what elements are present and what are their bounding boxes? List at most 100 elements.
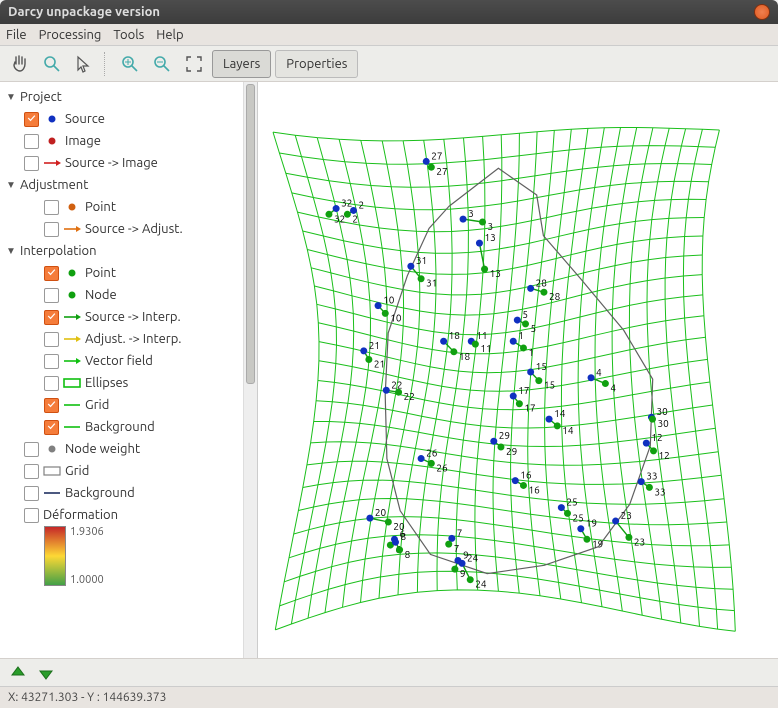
layer-grid[interactable]: Grid [2, 394, 255, 416]
svg-text:12: 12 [659, 450, 670, 461]
layer-adjust-interp[interactable]: Adjust. -> Interp. [2, 328, 255, 350]
checkbox-int-node[interactable] [44, 288, 59, 303]
svg-text:8: 8 [405, 549, 411, 560]
window-title: Darcy unpackage version [8, 5, 754, 19]
layer-source-image[interactable]: Source -> Image [2, 152, 255, 174]
select-tool-button[interactable] [70, 50, 98, 78]
svg-text:23: 23 [634, 536, 645, 547]
window-titlebar: Darcy unpackage version [0, 0, 778, 24]
layer-node-weight[interactable]: Node weight [2, 438, 255, 460]
layer-image[interactable]: Image [2, 130, 255, 152]
checkbox-grid2[interactable] [24, 464, 39, 479]
svg-text:19: 19 [586, 518, 597, 529]
svg-text:10: 10 [383, 295, 395, 306]
svg-text:17: 17 [518, 385, 529, 396]
arrow-red-icon [43, 158, 61, 168]
zoom-in-button[interactable] [116, 50, 144, 78]
arrow-yellow-icon [63, 334, 81, 344]
svg-text:14: 14 [562, 425, 574, 436]
checkbox-background2[interactable] [24, 486, 39, 501]
svg-text:20: 20 [393, 521, 405, 532]
checkbox-grid[interactable] [44, 398, 59, 413]
svg-text:18: 18 [449, 330, 461, 341]
checkbox-background[interactable] [44, 420, 59, 435]
deformation-legend-labels: 1.9306 1.0000 [70, 526, 104, 586]
point-green-icon [63, 290, 81, 300]
checkbox-deformation[interactable] [24, 508, 39, 523]
layer-deformation[interactable]: Déformation [2, 504, 255, 526]
svg-text:17: 17 [524, 403, 535, 414]
svg-text:3: 3 [468, 208, 474, 219]
zoom-fit-button[interactable] [180, 50, 208, 78]
svg-text:2: 2 [352, 213, 358, 224]
layer-source-adjust[interactable]: Source -> Adjust. [2, 218, 255, 240]
layer-adj-point[interactable]: Point [2, 196, 255, 218]
svg-text:29: 29 [506, 446, 517, 457]
checkbox-ellipses[interactable] [44, 376, 59, 391]
zoom-out-button[interactable] [148, 50, 176, 78]
layer-background[interactable]: Background [2, 416, 255, 438]
svg-text:11: 11 [480, 343, 491, 354]
svg-text:21: 21 [374, 359, 385, 370]
menu-file[interactable]: File [6, 28, 27, 42]
tree-interpolation[interactable]: ▼Interpolation [2, 240, 255, 262]
svg-text:3: 3 [488, 221, 494, 232]
svg-text:7: 7 [457, 527, 463, 538]
svg-text:2: 2 [359, 199, 365, 210]
svg-text:31: 31 [416, 255, 427, 266]
menu-processing[interactable]: Processing [39, 28, 102, 42]
layer-background2[interactable]: Background [2, 482, 255, 504]
checkbox-source-adjust[interactable] [44, 222, 59, 237]
chevron-down-icon: ▼ [6, 91, 16, 103]
svg-text:24: 24 [467, 552, 479, 563]
point-orange-icon [63, 202, 81, 212]
checkbox-image[interactable] [24, 134, 39, 149]
svg-text:32: 32 [334, 213, 345, 224]
checkbox-adjust-interp[interactable] [44, 332, 59, 347]
tab-properties[interactable]: Properties [275, 50, 358, 78]
toolbar: Layers Properties [0, 46, 778, 82]
layer-int-node[interactable]: Node [2, 284, 255, 306]
arrow-orange-icon [63, 224, 81, 234]
checkbox-source-image[interactable] [24, 156, 39, 171]
layer-vector-field[interactable]: Vector field [2, 350, 255, 372]
tab-layers[interactable]: Layers [212, 50, 271, 78]
layer-source-interp[interactable]: Source -> Interp. [2, 306, 255, 328]
checkbox-source[interactable] [24, 112, 39, 127]
arrow-green-icon [63, 312, 81, 322]
rect-grey-icon [43, 465, 61, 477]
checkbox-node-weight[interactable] [24, 442, 39, 457]
tree-project[interactable]: ▼Project [2, 86, 255, 108]
close-icon[interactable] [754, 4, 770, 20]
checkbox-adj-point[interactable] [44, 200, 59, 215]
scrollbar-thumb[interactable] [246, 84, 255, 384]
layer-int-point[interactable]: Point [2, 262, 255, 284]
pan-tool-button[interactable] [6, 50, 34, 78]
layer-source[interactable]: Source [2, 108, 255, 130]
checkbox-int-point[interactable] [44, 266, 59, 281]
zoom-window-button[interactable] [38, 50, 66, 78]
svg-text:26: 26 [426, 448, 438, 459]
svg-text:10: 10 [390, 312, 402, 323]
line-green-icon [63, 422, 81, 432]
chevron-down-icon: ▼ [6, 245, 16, 257]
svg-text:25: 25 [573, 512, 584, 523]
statusbar: X: 43271.303 - Y : 144639.373 [0, 686, 778, 708]
point-red-icon [43, 136, 61, 146]
layers-panel: ▼Project Source Image Source -> Image ▼A… [0, 82, 258, 658]
layer-grid2[interactable]: Grid [2, 460, 255, 482]
layer-ellipses[interactable]: Ellipses [2, 372, 255, 394]
tree-adjustment[interactable]: ▼Adjustment [2, 174, 255, 196]
chevron-down-icon: ▼ [6, 179, 16, 191]
svg-text:22: 22 [391, 379, 402, 390]
menu-tools[interactable]: Tools [113, 28, 144, 42]
sidebar-scrollbar[interactable] [243, 82, 257, 658]
layer-down-button[interactable] [36, 663, 56, 683]
checkbox-vector-field[interactable] [44, 354, 59, 369]
map-canvas[interactable]: 1122334455667788991010111112121313141415… [258, 82, 778, 658]
layer-up-button[interactable] [8, 663, 28, 683]
svg-text:4: 4 [610, 383, 616, 394]
svg-text:8: 8 [401, 531, 407, 542]
checkbox-source-interp[interactable] [44, 310, 59, 325]
menu-help[interactable]: Help [156, 28, 183, 42]
